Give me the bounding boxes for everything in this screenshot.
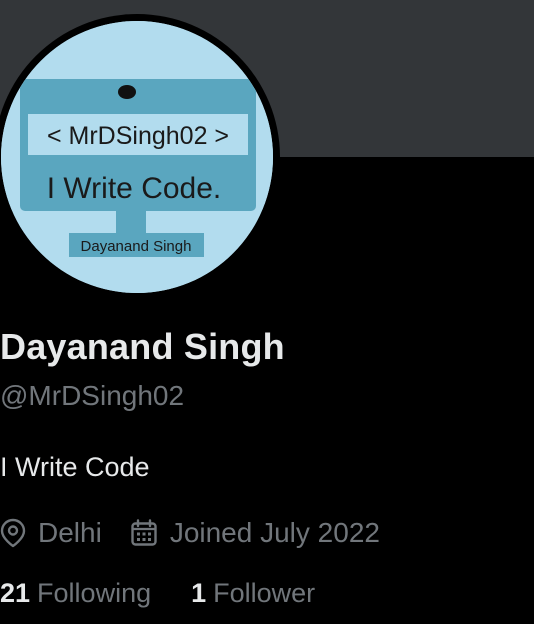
profile-meta: Delhi Joined July 2022 [0,513,380,553]
avatar-line1: < MrDSingh02 > [47,122,229,150]
display-name: Dayanand Singh [0,326,285,367]
joined-item: Joined July 2022 [130,517,380,549]
location-item: Delhi [0,517,102,549]
avatar-border: < MrDSingh02 > I Write Code. Dayanand Si… [0,14,280,300]
avatar-image: < MrDSingh02 > I Write Code. Dayanand Si… [1,21,273,293]
avatar-caption: Dayanand Singh [81,238,192,255]
profile-page: < MrDSingh02 > I Write Code. Dayanand Si… [0,0,534,624]
avatar[interactable]: < MrDSingh02 > I Write Code. Dayanand Si… [1,21,273,293]
joined-text: Joined July 2022 [169,517,380,548]
following-count: 21 [0,578,31,608]
following-label: Following [37,578,152,608]
location-pin-icon [0,518,26,548]
location-text: Delhi [38,517,102,548]
user-handle: @MrDSingh02 [0,380,185,411]
webcam-dot [118,85,136,99]
monitor-stand [116,211,146,234]
followers-count: 1 [191,578,207,608]
followers-label: Follower [213,578,316,608]
follow-stats: 21 Following 1 Follower [0,578,315,609]
following-link[interactable]: 21 Following [0,578,151,609]
followers-link[interactable]: 1 Follower [191,578,315,609]
calendar-icon [131,519,157,546]
user-bio: I Write Code [0,452,150,482]
avatar-line2: I Write Code. [47,172,222,205]
